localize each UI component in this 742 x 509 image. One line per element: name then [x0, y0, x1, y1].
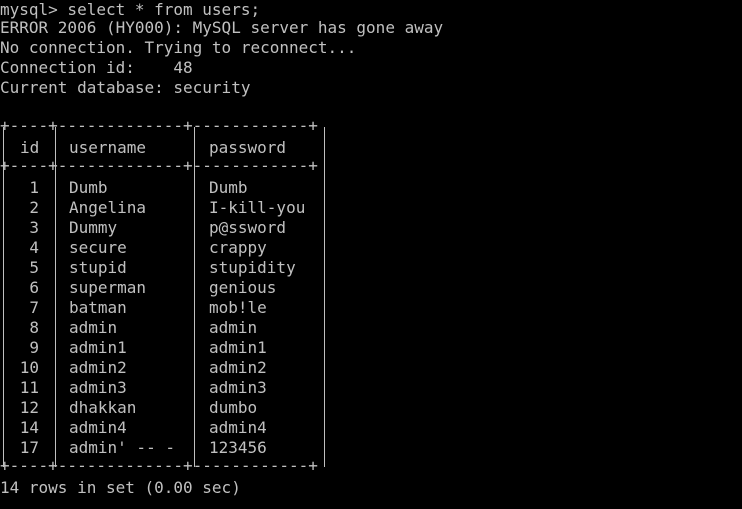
- cell-id: 7: [29, 298, 39, 317]
- cell-username: batman: [69, 298, 127, 317]
- header-id: id: [20, 138, 40, 157]
- cell-username: Dumb: [69, 178, 108, 197]
- cell-password: genious: [209, 278, 277, 297]
- table-border-top: +----+-------------+------------+: [0, 116, 318, 135]
- cell-password: crappy: [209, 238, 267, 257]
- command-line: mysql> select * from users;: [0, 0, 261, 19]
- cell-username: dhakkan: [69, 398, 137, 417]
- cell-password: 123456: [209, 438, 267, 457]
- cell-username: admin2: [69, 358, 127, 377]
- header-username: username: [69, 138, 147, 157]
- cell-password: p@ssword: [209, 218, 287, 237]
- cell-id: 2: [29, 198, 39, 217]
- cell-password: admin4: [209, 418, 267, 437]
- error-message: ERROR 2006 (HY000): MySQL server has gon…: [0, 18, 444, 37]
- table-right-border: [324, 127, 325, 467]
- cell-username: stupid: [69, 258, 127, 277]
- cell-username: admin4: [69, 418, 127, 437]
- cell-password: admin1: [209, 338, 267, 357]
- current-database: Current database: security: [0, 78, 251, 97]
- cell-id: 3: [29, 218, 39, 237]
- cell-id: 8: [29, 318, 39, 337]
- cell-password: I-kill-you: [209, 198, 306, 217]
- table-column-divider: [55, 127, 56, 467]
- cell-username: Angelina: [69, 198, 147, 217]
- cell-username: admin1: [69, 338, 127, 357]
- cell-password: dumbo: [209, 398, 258, 417]
- cell-id: 14: [19, 418, 39, 437]
- table-left-border: [3, 127, 4, 467]
- cell-password: Dumb: [209, 178, 248, 197]
- cell-id: 10: [19, 358, 39, 377]
- cell-password: admin: [209, 318, 258, 337]
- cell-id: 12: [19, 398, 39, 417]
- cell-username: Dummy: [69, 218, 118, 237]
- connection-id: Connection id: 48: [0, 58, 193, 77]
- cell-username: admin' -- -: [69, 438, 175, 457]
- cell-id: 9: [29, 338, 39, 357]
- result-summary: 14 rows in set (0.00 sec): [0, 478, 241, 497]
- cell-username: admin3: [69, 378, 127, 397]
- cell-username: admin: [69, 318, 118, 337]
- table-column-divider: [194, 127, 195, 467]
- cell-id: 5: [29, 258, 39, 277]
- cell-password: stupidity: [209, 258, 296, 277]
- cell-password: admin3: [209, 378, 267, 397]
- header-password: password: [209, 138, 287, 157]
- cell-password: admin2: [209, 358, 267, 377]
- cell-id: 4: [29, 238, 39, 257]
- terminal-window[interactable]: mysql> select * from users; ERROR 2006 (…: [0, 0, 742, 509]
- cell-id: 17: [19, 438, 39, 457]
- cell-id: 6: [29, 278, 39, 297]
- cell-id: 11: [19, 378, 39, 397]
- table-border-bottom: +----+-------------+------------+: [0, 456, 318, 475]
- cell-username: superman: [69, 278, 147, 297]
- cell-username: secure: [69, 238, 127, 257]
- table-border-header: +----+-------------+------------+: [0, 156, 318, 175]
- cell-password: mob!le: [209, 298, 267, 317]
- reconnect-message: No connection. Trying to reconnect...: [0, 38, 357, 57]
- cell-id: 1: [29, 178, 39, 197]
